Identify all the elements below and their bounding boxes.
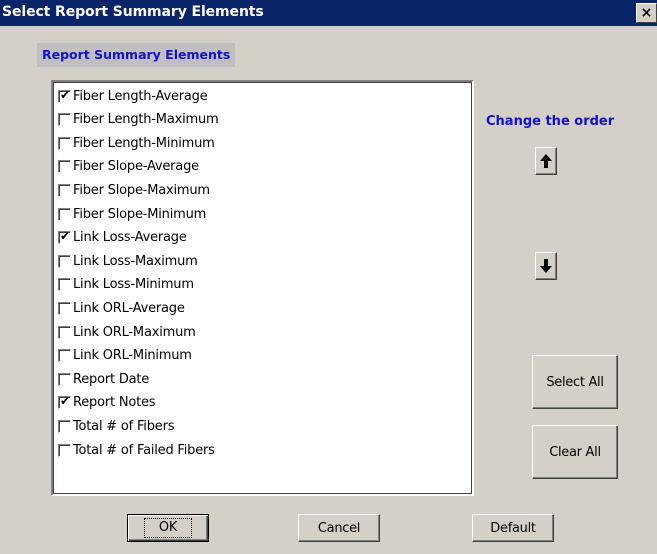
checkbox[interactable]	[58, 278, 71, 292]
group-label: Report Summary Elements	[37, 43, 236, 67]
list-item[interactable]: ✔ Fiber Length-Average	[58, 86, 208, 106]
checkbox[interactable]	[58, 443, 71, 457]
clear-all-label: Clear All	[549, 444, 601, 460]
list-item-label: Fiber Slope-Average	[73, 159, 199, 175]
list-item[interactable]: ✔ Report Notes	[58, 393, 156, 413]
checkbox[interactable]	[58, 207, 71, 221]
list-item-label: Fiber Length-Average	[73, 88, 208, 104]
checkbox[interactable]	[58, 113, 71, 127]
list-item[interactable]: Link ORL-Average	[58, 298, 185, 318]
list-item[interactable]: Link ORL-Maximum	[58, 322, 196, 342]
list-item-label: Link ORL-Average	[73, 300, 185, 316]
checkmark-icon: ✔	[59, 394, 71, 409]
list-item-label: Total # of Fibers	[73, 418, 175, 434]
list-item-label: Link ORL-Minimum	[73, 348, 192, 364]
ok-label: OK	[143, 518, 193, 538]
list-item[interactable]: Link Loss-Maximum	[58, 251, 198, 271]
checkbox[interactable]	[58, 136, 71, 150]
list-item-label: Fiber Slope-Minimum	[73, 206, 207, 222]
select-all-button[interactable]: Select All	[532, 355, 618, 409]
title-bar[interactable]: Select Report Summary Elements	[0, 0, 657, 26]
checkbox[interactable]	[58, 325, 71, 339]
list-item[interactable]: Fiber Length-Minimum	[58, 133, 215, 153]
list-item-label: Report Notes	[73, 395, 156, 411]
up-arrow-icon	[540, 154, 552, 168]
list-item[interactable]: Fiber Slope-Maximum	[58, 180, 210, 200]
checkmark-icon: ✔	[59, 229, 71, 244]
window-title: Select Report Summary Elements	[2, 4, 264, 20]
close-icon: ×	[640, 5, 653, 21]
checkbox[interactable]: ✔	[58, 87, 71, 103]
select-all-label: Select All	[546, 374, 604, 390]
clear-all-button[interactable]: Clear All	[532, 425, 618, 479]
list-item-label: Report Date	[73, 371, 150, 387]
move-up-button[interactable]	[535, 147, 557, 175]
checkmark-icon: ✔	[59, 87, 71, 102]
list-item[interactable]: Fiber Slope-Minimum	[58, 204, 206, 224]
list-item[interactable]: Link ORL-Minimum	[58, 346, 192, 366]
list-item[interactable]: Fiber Slope-Average	[58, 157, 199, 177]
checkbox[interactable]	[58, 419, 71, 433]
checkbox[interactable]	[58, 183, 71, 197]
list-item[interactable]: Total # of Fibers	[58, 416, 174, 436]
cancel-button[interactable]: Cancel	[298, 514, 380, 542]
close-button[interactable]: ×	[636, 3, 657, 23]
down-arrow-icon	[540, 259, 552, 273]
ok-button[interactable]: OK	[127, 514, 209, 542]
change-order-label: Change the order	[486, 114, 615, 129]
list-item[interactable]: Link Loss-Minimum	[58, 275, 194, 295]
summary-elements-listbox[interactable]: ✔ Fiber Length-Average Fiber Length-Maximu…	[51, 80, 474, 496]
default-label: Default	[490, 520, 536, 536]
list-item[interactable]: Total # of Failed Fibers	[58, 440, 215, 460]
list-item[interactable]: ✔ Link Loss-Average	[58, 228, 187, 248]
default-button[interactable]: Default	[472, 514, 554, 542]
checkbox[interactable]: ✔	[58, 394, 71, 410]
move-down-button[interactable]	[535, 252, 557, 280]
checkbox[interactable]	[58, 301, 71, 315]
list-item-label: Link ORL-Maximum	[73, 324, 196, 340]
list-item-label: Fiber Length-Maximum	[73, 112, 219, 128]
list-item[interactable]: Fiber Length-Maximum	[58, 110, 219, 130]
list-item-label: Link Loss-Average	[73, 230, 187, 246]
list-item-label: Total # of Failed Fibers	[73, 442, 215, 458]
checkbox[interactable]	[58, 372, 71, 386]
list-item-label: Link Loss-Maximum	[73, 253, 198, 269]
list-item-label: Fiber Length-Minimum	[73, 135, 215, 151]
list-item-label: Fiber Slope-Maximum	[73, 182, 210, 198]
list-item[interactable]: Report Date	[58, 369, 149, 389]
checkbox[interactable]: ✔	[58, 229, 71, 245]
checkbox[interactable]	[58, 349, 71, 363]
list-item-label: Link Loss-Minimum	[73, 277, 194, 293]
checkbox[interactable]	[58, 254, 71, 268]
report-summary-dialog: Select Report Summary Elements × Report …	[0, 0, 657, 554]
cancel-label: Cancel	[317, 520, 361, 536]
checkbox[interactable]	[58, 160, 71, 174]
